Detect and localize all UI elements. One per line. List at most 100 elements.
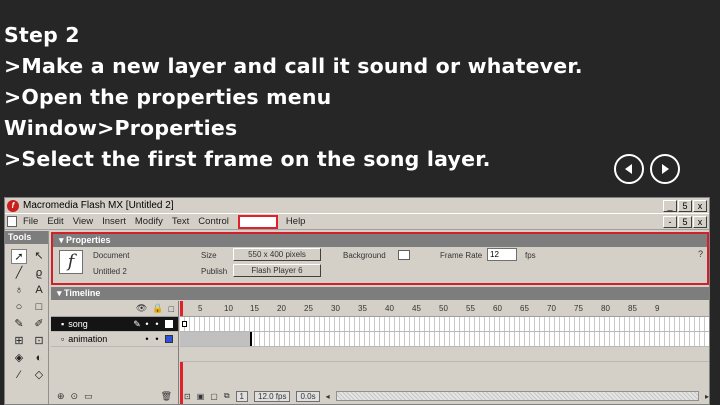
frame-row-animation[interactable] bbox=[180, 332, 709, 347]
timeline-panel: ▾ Timeline 👁 🔒 □ ▪ song ✎ • • ▫ animatio… bbox=[51, 287, 709, 404]
doc-close-button[interactable]: x bbox=[693, 215, 707, 228]
document-icon bbox=[7, 216, 17, 227]
text-tool-icon[interactable]: A bbox=[31, 283, 47, 298]
frame-ruler: 5 10 15 20 25 30 35 40 45 50 55 60 65 70… bbox=[180, 301, 709, 317]
doc-restore-button[interactable]: 5 bbox=[678, 215, 692, 228]
slide-instructions: Step 2 >Make a new layer and call it sou… bbox=[4, 20, 583, 175]
timeline-status: ⊡ ▣ ▢ ⧉ 1 12.0 fps 0.0s ◂ ▸ bbox=[180, 390, 709, 402]
layer-row-song[interactable]: ▪ song ✎ • • bbox=[51, 317, 178, 332]
onion-outline-icon[interactable]: ▢ bbox=[210, 392, 218, 401]
instruction-line-4: >Select the first frame on the song laye… bbox=[4, 147, 491, 171]
window-title: Macromedia Flash MX [Untitled 2] bbox=[23, 200, 174, 211]
eyedropper-tool-icon[interactable]: ⁄ bbox=[11, 368, 27, 383]
oval-tool-icon[interactable]: ○ bbox=[11, 300, 27, 315]
frame-rate-label: Frame Rate bbox=[440, 251, 483, 260]
pen-tool-icon[interactable]: ♁ bbox=[11, 283, 27, 298]
outline-icon[interactable]: □ bbox=[169, 304, 174, 314]
size-label: Size bbox=[201, 251, 217, 260]
current-frame: 1 bbox=[235, 390, 248, 402]
menu-view[interactable]: View bbox=[73, 216, 93, 227]
tools-panel-title: Tools bbox=[5, 231, 48, 244]
doc-minimize-button[interactable]: - bbox=[663, 215, 677, 228]
arrow-tool-icon[interactable]: ➚ bbox=[11, 249, 27, 264]
previous-slide-button[interactable] bbox=[614, 154, 644, 184]
size-button[interactable]: 550 x 400 pixels bbox=[233, 248, 321, 261]
next-slide-button[interactable] bbox=[650, 154, 680, 184]
layer-name: song bbox=[68, 319, 88, 329]
frame-row-song[interactable] bbox=[180, 317, 709, 332]
layer-icon: ▫ bbox=[61, 334, 65, 344]
menu-bar: File Edit View Insert Modify Text Contro… bbox=[5, 214, 709, 230]
maximize-button[interactable]: 5 bbox=[678, 199, 692, 212]
instruction-line-2: >Open the properties menu bbox=[4, 85, 332, 109]
flash-document-icon: f bbox=[59, 250, 83, 274]
background-color-swatch[interactable] bbox=[398, 250, 410, 260]
menu-insert[interactable]: Insert bbox=[102, 216, 126, 227]
publish-settings-button[interactable]: Flash Player 6 bbox=[233, 264, 321, 277]
blank-keyframe[interactable] bbox=[182, 321, 187, 327]
delete-layer-icon[interactable]: 🗑 bbox=[161, 391, 172, 402]
frame-span[interactable] bbox=[180, 332, 252, 346]
transform-tool-icon[interactable]: ⊞ bbox=[11, 334, 27, 349]
scroll-right-icon[interactable]: ▸ bbox=[705, 392, 709, 401]
frame-rate-readout: 12.0 fps bbox=[254, 390, 291, 402]
fill-transform-tool-icon[interactable]: ⊡ bbox=[31, 334, 47, 349]
instruction-line-1: >Make a new layer and call it sound or w… bbox=[4, 54, 583, 78]
fps-unit-label: fps bbox=[525, 251, 536, 260]
menu-edit[interactable]: Edit bbox=[47, 216, 63, 227]
layer-color-swatch bbox=[165, 335, 173, 343]
document-name: Untitled 2 bbox=[93, 267, 127, 276]
layer-name: animation bbox=[68, 334, 108, 344]
paint-bucket-tool-icon[interactable]: ◐ bbox=[31, 351, 47, 366]
flash-app-icon: f bbox=[7, 199, 19, 212]
subselect-tool-icon[interactable]: ↖ bbox=[31, 249, 47, 264]
line-tool-icon[interactable]: ╱ bbox=[11, 266, 27, 281]
horizontal-scrollbar[interactable] bbox=[335, 391, 699, 401]
frame-rate-input[interactable]: 12 bbox=[487, 248, 517, 261]
layer-list: 👁 🔒 □ ▪ song ✎ • • ▫ animation • • ⊕ ⊙ ▭… bbox=[51, 301, 179, 404]
edit-multiple-icon[interactable]: ⧉ bbox=[224, 391, 230, 401]
menu-text[interactable]: Text bbox=[172, 216, 189, 227]
brush-tool-icon[interactable]: ✐ bbox=[31, 317, 47, 332]
pencil-icon: ✎ bbox=[133, 318, 141, 329]
minimize-button[interactable]: _ bbox=[663, 199, 677, 212]
document-label: Document bbox=[93, 251, 130, 260]
lasso-tool-icon[interactable]: ϱ bbox=[31, 266, 47, 281]
scroll-left-icon[interactable]: ◂ bbox=[326, 392, 330, 401]
lock-icon[interactable]: 🔒 bbox=[152, 303, 163, 314]
ink-bottle-tool-icon[interactable]: ◈ bbox=[11, 351, 27, 366]
timeline-panel-title: ▾ Timeline bbox=[51, 287, 709, 300]
layer-row-animation[interactable]: ▫ animation • • bbox=[51, 332, 178, 347]
center-frame-icon[interactable]: ⊡ bbox=[184, 392, 191, 401]
instruction-line-3: Window>Properties bbox=[4, 116, 238, 140]
add-folder-icon[interactable]: ▭ bbox=[84, 391, 93, 402]
properties-panel: ▾ Properties f Document Untitled 2 Size … bbox=[51, 232, 709, 285]
flash-window: f Macromedia Flash MX [Untitled 2] _ 5 x… bbox=[4, 197, 710, 405]
eraser-tool-icon[interactable]: ◇ bbox=[31, 368, 47, 383]
background-label: Background bbox=[343, 251, 386, 260]
menu-window-highlight[interactable] bbox=[237, 214, 278, 229]
add-layer-icon[interactable]: ⊕ bbox=[57, 391, 65, 402]
forward-arrow-icon bbox=[662, 164, 669, 174]
properties-panel-title: ▾ Properties bbox=[53, 234, 707, 247]
back-arrow-icon bbox=[625, 164, 632, 174]
title-bar: f Macromedia Flash MX [Untitled 2] _ 5 x bbox=[5, 198, 709, 214]
slide-heading: Step 2 bbox=[4, 23, 80, 47]
elapsed-time: 0.0s bbox=[296, 390, 320, 402]
layer-icon: ▪ bbox=[61, 319, 65, 329]
frame-grid: 5 10 15 20 25 30 35 40 45 50 55 60 65 70… bbox=[180, 301, 709, 404]
pencil-tool-icon[interactable]: ✎ bbox=[11, 317, 27, 332]
show-hide-icon[interactable]: 👁 bbox=[136, 303, 147, 314]
rectangle-tool-icon[interactable]: □ bbox=[31, 300, 47, 315]
close-button[interactable]: x bbox=[693, 199, 707, 212]
help-icon[interactable]: ? bbox=[698, 249, 703, 259]
tools-panel: Tools ➚ ↖ ╱ ϱ ♁ A ○ □ ✎ ✐ ⊞ ⊡ ◈ ◐ ⁄ ◇ bbox=[5, 231, 49, 404]
menu-modify[interactable]: Modify bbox=[135, 216, 163, 227]
onion-skin-icon[interactable]: ▣ bbox=[197, 392, 205, 401]
menu-control[interactable]: Control bbox=[198, 216, 229, 227]
add-guide-icon[interactable]: ⊙ bbox=[71, 391, 79, 402]
layer-color-swatch bbox=[165, 320, 173, 328]
menu-help[interactable]: Help bbox=[286, 216, 306, 227]
publish-label: Publish bbox=[201, 267, 228, 276]
menu-file[interactable]: File bbox=[23, 216, 38, 227]
